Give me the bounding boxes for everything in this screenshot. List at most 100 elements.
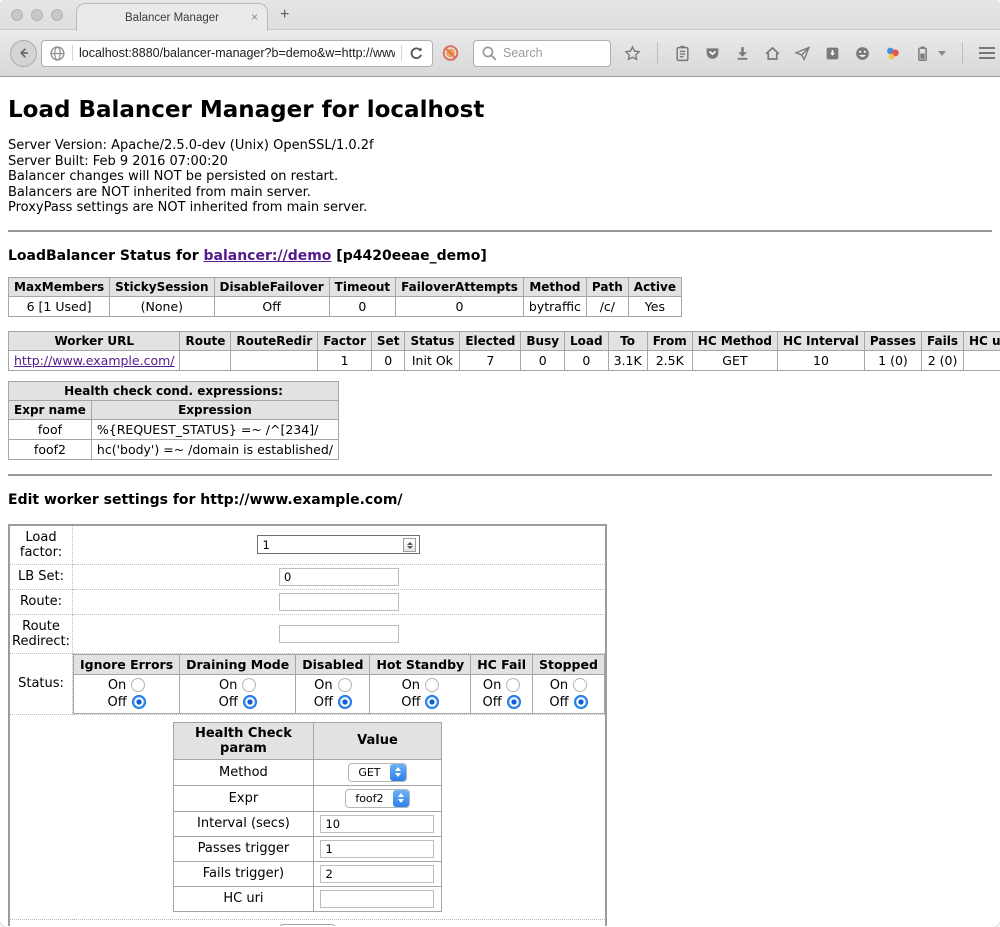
table-row: 6 [1 Used] (None) Off 0 0 bytraffic /c/ …	[9, 296, 682, 316]
cell: bytraffic	[523, 296, 586, 316]
field-label: Load factor:	[9, 525, 73, 565]
cell: %{REQUEST_STATUS} =~ /^[234]/	[91, 419, 338, 439]
hc-method-select[interactable]: GET	[348, 763, 406, 782]
hc-fails-input[interactable]	[320, 865, 434, 883]
lb-set-input[interactable]	[279, 568, 399, 586]
col-header: Fails	[922, 331, 964, 350]
table-row: Method GET	[173, 759, 441, 785]
status-hc-fail-off-radio[interactable]	[507, 695, 521, 709]
hc-interval-input[interactable]	[320, 815, 434, 833]
bookmark-star-icon[interactable]	[624, 45, 641, 62]
col-header: HC uri	[964, 331, 1000, 350]
health-check-expressions-table: Health check cond. expressions: Expr nam…	[8, 381, 339, 460]
search-icon	[481, 45, 498, 62]
cell: 10	[778, 350, 865, 370]
reload-icon[interactable]	[408, 45, 425, 62]
tab-balancer-manager[interactable]: Balancer Manager ×	[76, 3, 268, 31]
home-icon[interactable]	[764, 45, 781, 62]
col-header: Status	[405, 331, 460, 350]
table-header-row: Worker URL Route RouteRedir Factor Set S…	[9, 331, 1000, 350]
col-header: Timeout	[329, 277, 395, 296]
param-label: Interval (secs)	[173, 811, 313, 836]
balancer-link[interactable]: balancer://demo	[204, 248, 332, 264]
cell: foof2	[9, 439, 92, 459]
status-draining-mode-on-radio[interactable]	[242, 678, 256, 692]
table-header-row: MaxMembers StickySession DisableFailover…	[9, 277, 682, 296]
zoom-window-button[interactable]	[51, 9, 63, 21]
table-row: HC uri	[173, 886, 441, 911]
col-header: HC Method	[692, 331, 777, 350]
status-stopped-on-radio[interactable]	[573, 678, 587, 692]
load-factor-input[interactable]	[257, 535, 420, 554]
cell: 0	[565, 350, 609, 370]
table-row: Interval (secs)	[173, 811, 441, 836]
cell: 2.5K	[647, 350, 692, 370]
hc-passes-input[interactable]	[320, 840, 434, 858]
divider	[72, 45, 73, 61]
battery-extension-icon[interactable]	[914, 45, 931, 62]
selected-value: foof2	[346, 790, 392, 807]
status-disabled-on-radio[interactable]	[338, 678, 352, 692]
hc-uri-input[interactable]	[320, 890, 434, 908]
cell: 0	[371, 350, 405, 370]
back-arrow-icon	[17, 46, 31, 60]
edit-worker-heading: Edit worker settings for http://www.exam…	[8, 492, 992, 508]
table-header-row: Ignore Errors Draining Mode Disabled Hot…	[74, 654, 605, 674]
download-icon[interactable]	[734, 45, 751, 62]
close-window-button[interactable]	[11, 9, 23, 21]
traffic-lights	[11, 9, 63, 21]
forum-smiley-icon[interactable]	[854, 45, 871, 62]
form-row-submit: Submit	[9, 919, 606, 926]
health-check-param-table: Health Check param Value Method GET	[173, 722, 442, 912]
route-redirect-input[interactable]	[279, 625, 399, 643]
status-hot-standby-on-radio[interactable]	[425, 678, 439, 692]
cell: 0	[329, 296, 395, 316]
tab-bar: Balancer Manager × +	[0, 0, 1000, 30]
panel-download-icon[interactable]	[824, 45, 841, 62]
col-header: HC Fail	[471, 654, 533, 674]
notice-line: ProxyPass settings are NOT inherited fro…	[8, 200, 992, 216]
status-hot-standby-off-radio[interactable]	[425, 695, 439, 709]
new-tab-button[interactable]: +	[280, 7, 289, 23]
cell: 0	[396, 296, 524, 316]
url-bar[interactable]: localhost:8880/balancer-manager?b=demo&w…	[41, 40, 433, 67]
minimize-window-button[interactable]	[31, 9, 43, 21]
balancer-heading: LoadBalancer Status for balancer://demo …	[8, 248, 992, 264]
blocked-content-icon[interactable]	[442, 45, 459, 62]
route-input[interactable]	[279, 593, 399, 611]
reading-list-icon[interactable]	[674, 45, 691, 62]
menu-icon[interactable]	[979, 47, 995, 59]
url-text[interactable]: localhost:8880/balancer-manager?b=demo&w…	[79, 46, 395, 60]
submit-button[interactable]: Submit	[279, 924, 335, 927]
pocket-icon[interactable]	[704, 45, 721, 62]
cell: Yes	[628, 296, 681, 316]
status-disabled-off-radio[interactable]	[338, 695, 352, 709]
balancer-heading-prefix: LoadBalancer Status for	[8, 248, 204, 264]
status-ignore-errors-off-radio[interactable]	[132, 695, 146, 709]
col-header: Expr name	[9, 400, 92, 419]
cell: 1	[318, 350, 372, 370]
number-stepper[interactable]	[403, 538, 416, 552]
param-label: Expr	[173, 785, 313, 811]
tab-close-icon[interactable]: ×	[251, 10, 258, 24]
radio-label: On	[483, 677, 501, 694]
status-stopped-off-radio[interactable]	[574, 695, 588, 709]
status-draining-mode-off-radio[interactable]	[243, 695, 257, 709]
back-button[interactable]	[10, 40, 37, 67]
status-hc-fail-on-radio[interactable]	[506, 678, 520, 692]
tab-title: Balancer Manager	[125, 12, 219, 24]
col-header: Path	[586, 277, 628, 296]
page-title: Load Balancer Manager for localhost	[8, 97, 992, 123]
search-input[interactable]: Search	[473, 40, 611, 67]
radio-label: On	[219, 677, 237, 694]
notice-line: Balancers are NOT inherited from main se…	[8, 185, 992, 201]
status-ignore-errors-on-radio[interactable]	[131, 678, 145, 692]
dropdown-caret-icon[interactable]	[938, 51, 946, 56]
colors-extension-icon[interactable]	[884, 45, 901, 62]
hc-expr-select[interactable]: foof2	[345, 789, 409, 808]
worker-url-link[interactable]: http://www.example.com/	[14, 353, 174, 368]
cell: (None)	[110, 296, 214, 316]
worker-table: Worker URL Route RouteRedir Factor Set S…	[8, 331, 1000, 371]
send-tab-icon[interactable]	[794, 45, 811, 62]
radio-label: Off	[219, 694, 238, 711]
